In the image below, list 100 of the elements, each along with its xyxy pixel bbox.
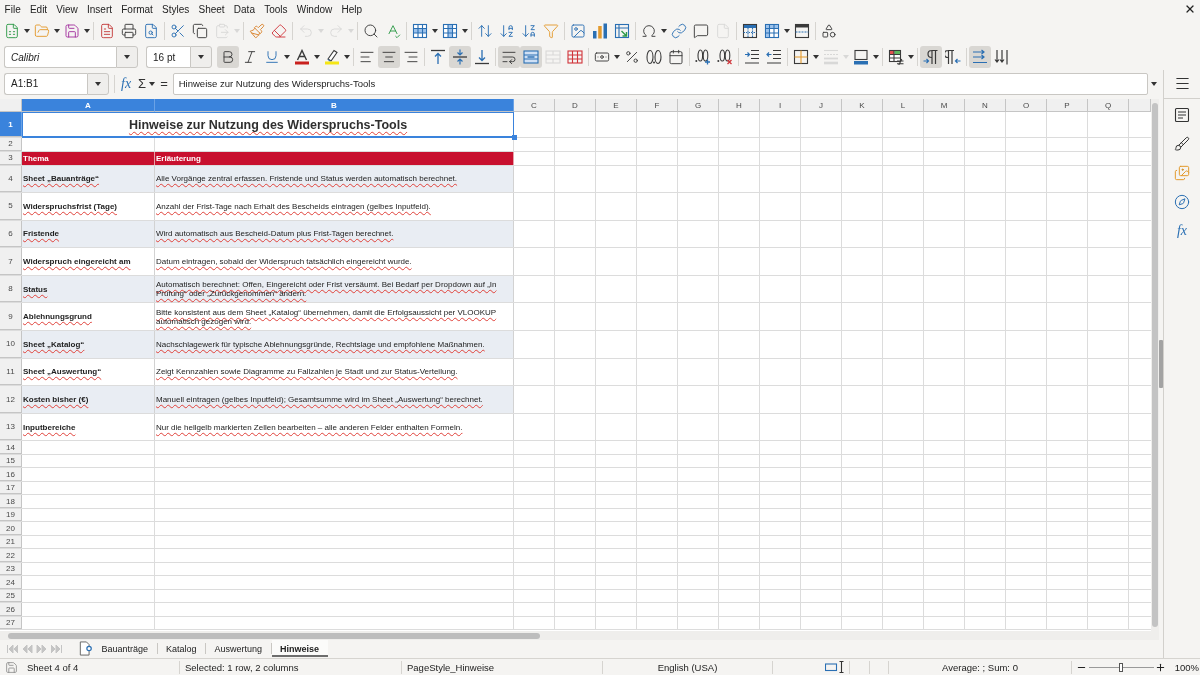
align-center-button[interactable] — [378, 46, 400, 68]
spreadsheet-cell[interactable]: Fristende — [22, 220, 155, 248]
row-header[interactable]: 26 — [0, 603, 22, 616]
vertical-scrollbar[interactable] — [1151, 99, 1159, 631]
row-header[interactable]: 2 — [0, 138, 22, 151]
column-header[interactable]: L — [883, 99, 924, 112]
formula-input[interactable]: Hinweise zur Nutzung des Widerspruchs-Tools — [172, 72, 1148, 95]
column-header[interactable]: F — [637, 99, 678, 112]
formula-button[interactable]: = — [158, 73, 170, 94]
menu-item[interactable]: Edit — [25, 3, 52, 15]
wrap-text-button[interactable] — [498, 46, 520, 68]
add-sheet-button[interactable] — [78, 641, 93, 656]
fill-handle[interactable] — [512, 135, 517, 140]
row-header[interactable]: 10 — [0, 331, 22, 358]
spreadsheet-cell[interactable]: Sheet „Bauanträge“ — [22, 165, 155, 193]
row-header[interactable]: 9 — [0, 303, 22, 331]
spreadsheet-cell[interactable]: Manuell eintragen (gelbes Inputfeld); Gesamtsumme wird im Sheet „Auswertung“ berechnet. — [155, 386, 514, 413]
language[interactable]: English (USA) — [657, 661, 718, 673]
row-header[interactable]: 18 — [0, 495, 22, 508]
spreadsheet-cell[interactable]: Sheet „Auswertung“ — [22, 358, 155, 386]
row-header[interactable]: 5 — [0, 193, 22, 220]
column-header[interactable]: K — [842, 99, 883, 112]
spreadsheet-cell[interactable]: Anzahl der Frist-Tage nach Erhalt des Bescheids eintragen (gelbes Inputfeld). — [155, 193, 514, 220]
function-wizard-button[interactable]: fx — [119, 73, 134, 94]
spreadsheet-cell[interactable]: Automatisch berechnet: Offen, Eingereicht oder Frist versäumt. Bei Bedarf per Dropdown auf „In Prüfung“ oder „Zurückgenommen“ ändern. — [155, 275, 514, 303]
column-header[interactable]: M — [924, 99, 965, 112]
column-header[interactable]: B — [155, 99, 514, 112]
spreadsheet-cell[interactable]: Wird automatisch aus Bescheid-Datum plus Frist-Tagen berechnet. — [155, 220, 514, 248]
merged-title-cell[interactable]: Hinweise zur Nutzung des Widerspruchs-Tools — [22, 112, 514, 138]
font-name-field[interactable]: Calibri — [4, 46, 116, 68]
row-header[interactable]: 1 — [0, 112, 22, 137]
horizontal-text-button[interactable] — [969, 46, 991, 68]
column-header[interactable]: H — [719, 99, 760, 112]
row-header[interactable]: 20 — [0, 522, 22, 535]
column-header[interactable]: G — [678, 99, 719, 112]
left-to-right-button[interactable] — [920, 46, 942, 68]
menu-item[interactable]: Styles — [157, 3, 194, 15]
sheet-tab[interactable]: Hinweise — [271, 640, 328, 657]
spreadsheet-cell[interactable]: Alle Vorgänge zentral erfassen. Fristende und Status werden automatisch berechnet. — [155, 165, 514, 193]
row-header[interactable]: 6 — [0, 220, 22, 248]
spreadsheet-cell[interactable]: Inputbereiche — [22, 413, 155, 441]
column-header[interactable]: C — [514, 99, 555, 112]
row-header[interactable]: 16 — [0, 468, 22, 481]
row-header[interactable]: 14 — [0, 441, 22, 454]
spreadsheet-cell[interactable]: Widerspruchsfrist (Tage) — [22, 193, 155, 220]
row-header[interactable]: 24 — [0, 576, 22, 589]
menu-item[interactable]: Insert — [82, 3, 117, 15]
spreadsheet-cell[interactable]: Widerspruch eingereicht am — [22, 248, 155, 275]
name-box-dropdown[interactable] — [87, 72, 109, 95]
zoom-in-button[interactable] — [1154, 661, 1167, 673]
font-name-dropdown[interactable] — [116, 46, 138, 68]
sum-button[interactable]: Σ — [136, 73, 149, 94]
column-header[interactable]: I — [760, 99, 801, 112]
page-style[interactable]: PageStyle_Hinweise — [407, 661, 495, 673]
row-header[interactable]: 11 — [0, 358, 22, 386]
bold-button[interactable] — [217, 46, 239, 68]
spreadsheet-cell[interactable]: Nur die hellgelb markierten Zellen bearbeiten – alle anderen Felder enthalten Formeln. — [155, 413, 514, 441]
column-header[interactable]: D — [555, 99, 596, 112]
menu-item[interactable]: Format — [116, 3, 158, 15]
spreadsheet-cell[interactable]: Kosten bisher (€) — [22, 386, 155, 413]
column-header[interactable]: A — [22, 99, 155, 112]
menu-item[interactable]: View — [51, 3, 83, 15]
row-header[interactable]: 4 — [0, 165, 22, 193]
spreadsheet-cell[interactable]: Status — [22, 275, 155, 303]
font-size-dropdown[interactable] — [190, 46, 212, 68]
row-header[interactable]: 7 — [0, 248, 22, 275]
spreadsheet-cell[interactable]: Zeigt Kennzahlen sowie Diagramme zu Fallzahlen je Stadt und zur Status-Verteilung. — [155, 358, 514, 386]
menu-item[interactable]: Tools — [259, 3, 293, 15]
column-header[interactable]: E — [596, 99, 637, 112]
merge-center-button[interactable] — [520, 46, 542, 68]
spreadsheet-cell[interactable]: Datum eintragen, sobald der Widerspruch tatsächlich eingereicht wurde. — [155, 248, 514, 275]
zoom-slider-thumb[interactable] — [1119, 662, 1124, 672]
sheet-tab[interactable]: Katalog — [157, 640, 206, 657]
row-header[interactable]: 22 — [0, 549, 22, 562]
column-header[interactable]: P — [1047, 99, 1088, 112]
menu-item[interactable]: File — [0, 3, 26, 15]
column-header[interactable]: O — [1006, 99, 1047, 112]
functions-button[interactable]: fx — [1171, 220, 1193, 242]
column-header[interactable]: N — [965, 99, 1006, 112]
menu-item[interactable]: Data — [229, 3, 260, 15]
menu-item[interactable]: Sheet — [193, 3, 230, 15]
row-header[interactable]: 13 — [0, 413, 22, 441]
sheet-tab[interactable]: Bauanträge — [93, 640, 157, 657]
name-box[interactable]: A1:B1 — [4, 72, 87, 95]
sidebar-collapse-handle[interactable] — [1159, 340, 1163, 388]
spreadsheet-cell[interactable]: Bitte konsistent aus dem Sheet „Katalog“ übernehmen, damit die Erfolgsaussicht per VLOOKUP automatisch gezogen wird. — [155, 303, 514, 331]
menu-item[interactable]: Window — [292, 3, 337, 15]
column-header[interactable]: J — [801, 99, 842, 112]
row-header[interactable]: 12 — [0, 386, 22, 413]
row-header[interactable]: 8 — [0, 275, 22, 303]
zoom-percent[interactable]: 100% — [1174, 661, 1199, 673]
spreadsheet-cell[interactable]: Nachschlagewerk für typische Ablehnungsgründe, Rechtslage und empfohlene Maßnahmen. — [155, 331, 514, 358]
column-header[interactable]: Q — [1088, 99, 1129, 112]
scrollbar-thumb[interactable] — [1152, 103, 1158, 627]
horizontal-scrollbar[interactable] — [0, 631, 1159, 640]
scrollbar-thumb[interactable] — [8, 632, 540, 639]
spreadsheet-cell[interactable]: Ablehnungsgrund — [22, 303, 155, 331]
font-size-field[interactable]: 16 pt — [146, 46, 190, 68]
menu-item[interactable]: Help — [336, 3, 367, 15]
align-middle-button[interactable] — [449, 46, 471, 68]
